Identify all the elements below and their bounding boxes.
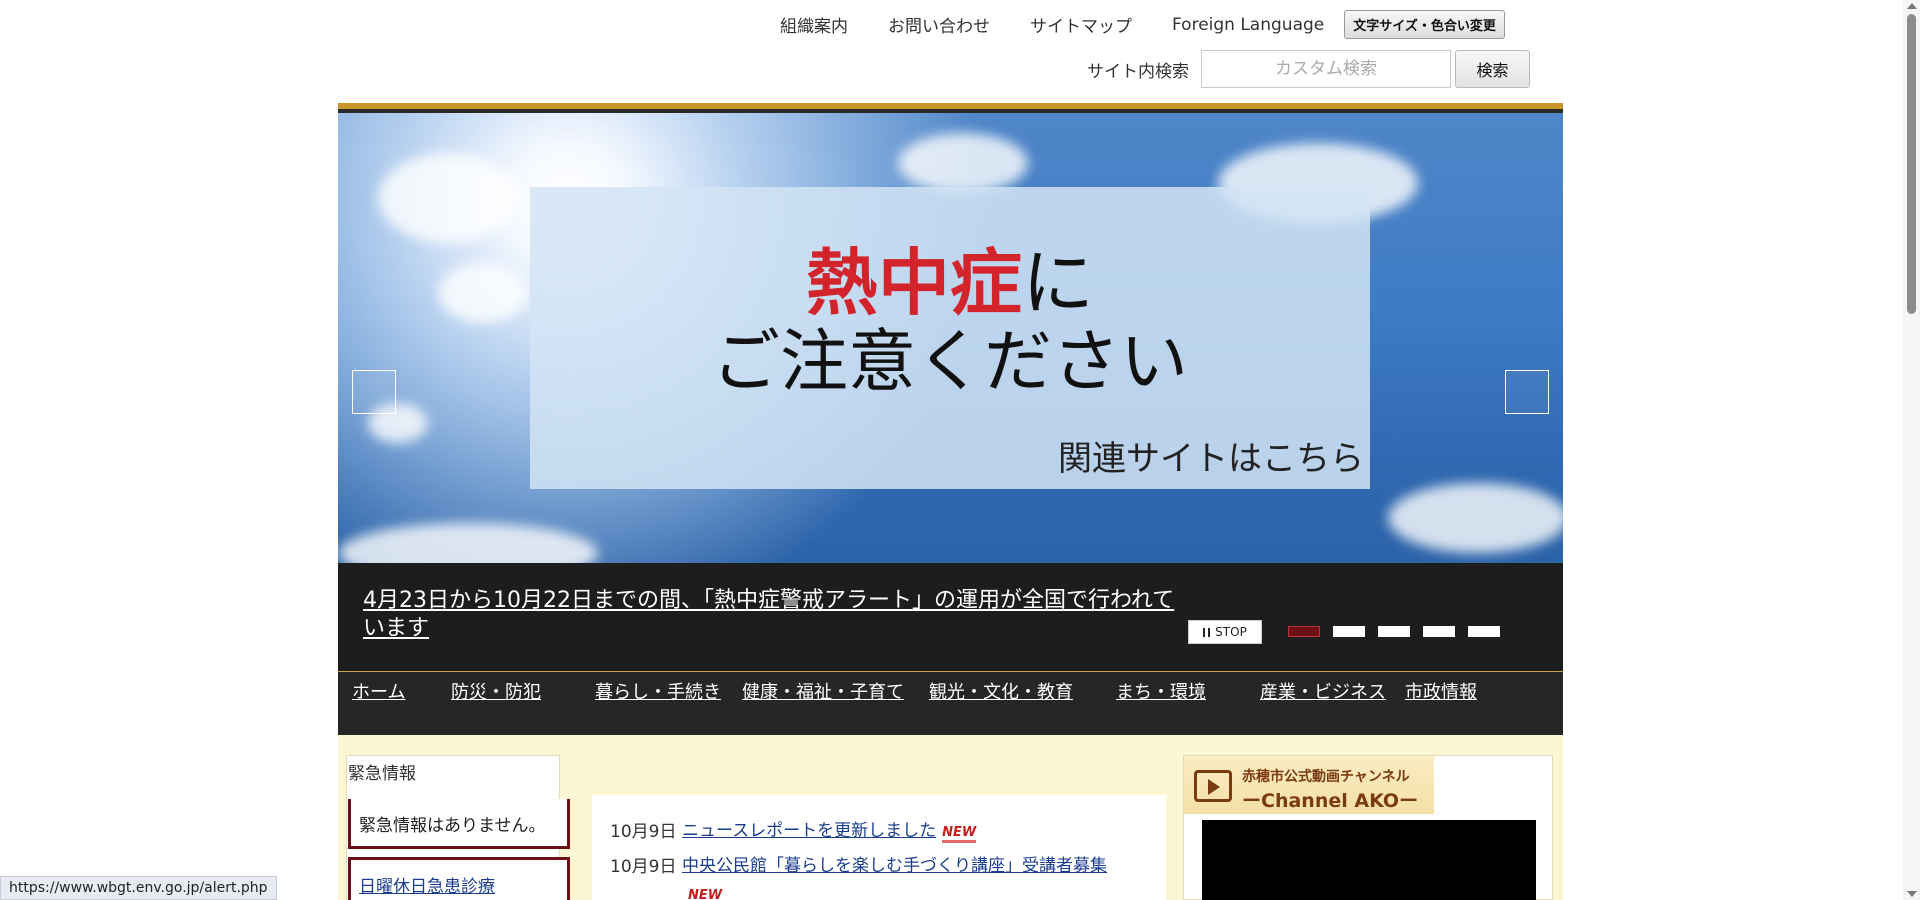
site-search: サイト内検索 検索 [1087,50,1530,88]
news-date: 10月9日 [610,857,677,877]
slider-caption-bar: 4月23日から10月22日までの間、「熱中症警戒アラート」の運用が全国で行われて… [338,563,1563,671]
nav-item-disaster[interactable]: 防災・防犯 [451,678,541,704]
slider-caption-link[interactable]: 4月23日から10月22日までの間、「熱中症警戒アラート」の運用が全国で行われて… [363,587,1183,643]
font-size-color-button[interactable]: 文字サイズ・色合い変更 [1344,10,1505,39]
main-slider[interactable]: 熱中症に ご注意ください 関連サイトはこちら [338,113,1563,563]
emergency-message: 緊急情報はありません。 [348,799,570,849]
news-title[interactable]: ニュースレポートを更新しました [682,821,936,841]
cloud-decoration [1388,483,1563,553]
slide-headline: 熱中症に [530,247,1370,319]
news-link[interactable]: 中央公民館「暮らしを楽しむ手づくり講座」受講者募集 NEW [682,852,1132,900]
vertical-scrollbar[interactable] [1903,0,1920,900]
emergency-link-label[interactable]: 日曜休日急患診療 [359,877,495,897]
nav-item-tourism[interactable]: 観光・文化・教育 [929,678,1073,704]
nav-item-home[interactable]: ホーム [352,678,405,704]
nav-item-health[interactable]: 健康・福祉・子育て [742,678,904,704]
link-organization[interactable]: 組織案内 [780,12,848,37]
slide-headline-suffix: に [1022,241,1095,325]
slider-pagination [1288,626,1513,637]
link-contact[interactable]: お問い合わせ [888,12,990,37]
nav-item-industry[interactable]: 産業・ビジネス [1260,678,1386,704]
page: 組織案内 お問い合わせ サイトマップ Foreign Language 文字サイ… [0,0,1920,900]
slide-headline-line2: ご注意ください [711,323,1188,402]
video-channel-panel: 赤穂市公式動画チャンネル ーChannel AKOー [1183,755,1553,900]
search-label: サイト内検索 [1087,61,1189,82]
scroll-down-icon[interactable] [1907,891,1917,897]
slider-dot-4[interactable] [1423,626,1455,637]
list-item: 10月9日 ニュースレポートを更新しました NEW [592,817,1132,845]
link-foreign-language[interactable]: Foreign Language [1172,15,1324,35]
slider-next-button[interactable] [1505,370,1549,414]
slider-stop-button[interactable]: STOP [1188,620,1262,644]
slider-dot-5[interactable] [1468,626,1500,637]
list-item: 10月9日 中央公民館「暮らしを楽しむ手づくり講座」受講者募集 NEW [592,852,1132,900]
cloud-decoration [898,133,1028,193]
cloud-decoration [338,523,598,563]
header-utility-links: 組織案内 お問い合わせ サイトマップ Foreign Language 文字サイ… [780,10,1505,39]
emergency-title: 緊急情報 [348,764,416,784]
scroll-thumb[interactable] [1907,14,1916,314]
emergency-holiday-clinic-link[interactable]: 日曜休日急患診療 [348,857,570,900]
status-bar-url: https://www.wbgt.env.go.jp/alert.php [0,876,277,900]
video-player[interactable] [1202,820,1536,900]
search-button[interactable]: 検索 [1455,50,1530,88]
cloud-decoration [438,263,528,323]
nav-item-living[interactable]: 暮らし・手続き [595,678,721,704]
stop-label: STOP [1215,625,1247,639]
pause-icon [1203,627,1211,637]
link-sitemap[interactable]: サイトマップ [1030,12,1132,37]
global-nav: ホーム 防災・防犯 暮らし・手続き 健康・福祉・子育て 観光・文化・教育 まち・… [338,671,1563,735]
slider-prev-button[interactable] [352,370,396,414]
nav-item-city[interactable]: まち・環境 [1116,678,1206,704]
scroll-up-icon[interactable] [1907,3,1917,9]
new-badge: NEW [688,889,722,900]
slider-dot-2[interactable] [1333,626,1365,637]
slide-banner[interactable]: 熱中症に ご注意ください 関連サイトはこちら [530,187,1370,489]
search-input[interactable] [1201,50,1451,88]
video-channel-line2: ーChannel AKOー [1242,790,1419,812]
news-date: 10月9日 [610,822,677,842]
news-link[interactable]: ニュースレポートを更新しました NEW [682,817,1132,845]
slider-dot-3[interactable] [1378,626,1410,637]
main-content: 緊急情報 緊急情報はありません。 日曜休日急患診療 10月9日 ニュースレポート… [338,735,1563,900]
slide-related-link: 関連サイトはこちら [1058,439,1364,479]
new-badge: NEW [942,826,977,843]
news-list: 10月9日 ニュースレポートを更新しました NEW 10月9日 中央公民館「暮らし… [592,795,1166,900]
nav-item-government[interactable]: 市政情報 [1405,678,1477,704]
news-title[interactable]: 中央公民館「暮らしを楽しむ手づくり講座」受講者募集 [682,856,1107,876]
video-channel-banner[interactable]: 赤穂市公式動画チャンネル ーChannel AKOー [1184,756,1434,814]
video-play-icon [1194,770,1232,802]
slide-headline-red: 熱中症 [805,241,1022,325]
video-channel-line1: 赤穂市公式動画チャンネル [1242,769,1410,785]
cloud-decoration [378,153,518,243]
slider-dot-1[interactable] [1288,626,1320,637]
